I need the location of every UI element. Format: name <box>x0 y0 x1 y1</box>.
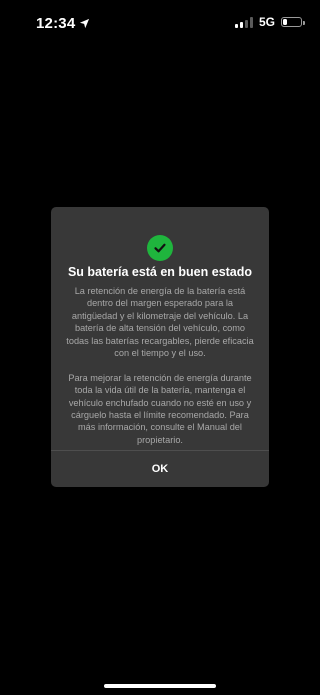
signal-bars-icon <box>234 16 253 28</box>
dialog-paragraph-advice: Para mejorar la retención de energía dur… <box>68 372 252 445</box>
check-circle-icon <box>147 235 173 261</box>
signal-bar <box>239 21 243 28</box>
dialog-paragraph-retention: La retención de energía de la batería es… <box>66 286 254 359</box>
signal-bar <box>244 19 248 28</box>
status-indicators: 5G <box>234 15 305 29</box>
checkmark-icon <box>154 243 166 253</box>
signal-bar <box>234 23 238 28</box>
status-bar: 12:34 5G <box>0 0 320 46</box>
ok-button[interactable]: OK <box>51 451 269 487</box>
battery-icon <box>281 17 305 27</box>
location-arrow-icon <box>80 18 90 29</box>
status-time: 12:34 <box>36 15 76 32</box>
battery-health-dialog: Su batería está en buen estado La retenc… <box>51 207 269 487</box>
battery-level-fill <box>283 19 288 25</box>
dialog-body: La retención de energía de la batería es… <box>65 285 255 446</box>
dialog-title: Su batería está en buen estado <box>67 265 253 279</box>
signal-bar <box>249 16 253 28</box>
home-indicator[interactable] <box>104 684 216 688</box>
status-time-group: 12:34 <box>36 15 90 32</box>
network-type: 5G <box>258 15 275 29</box>
